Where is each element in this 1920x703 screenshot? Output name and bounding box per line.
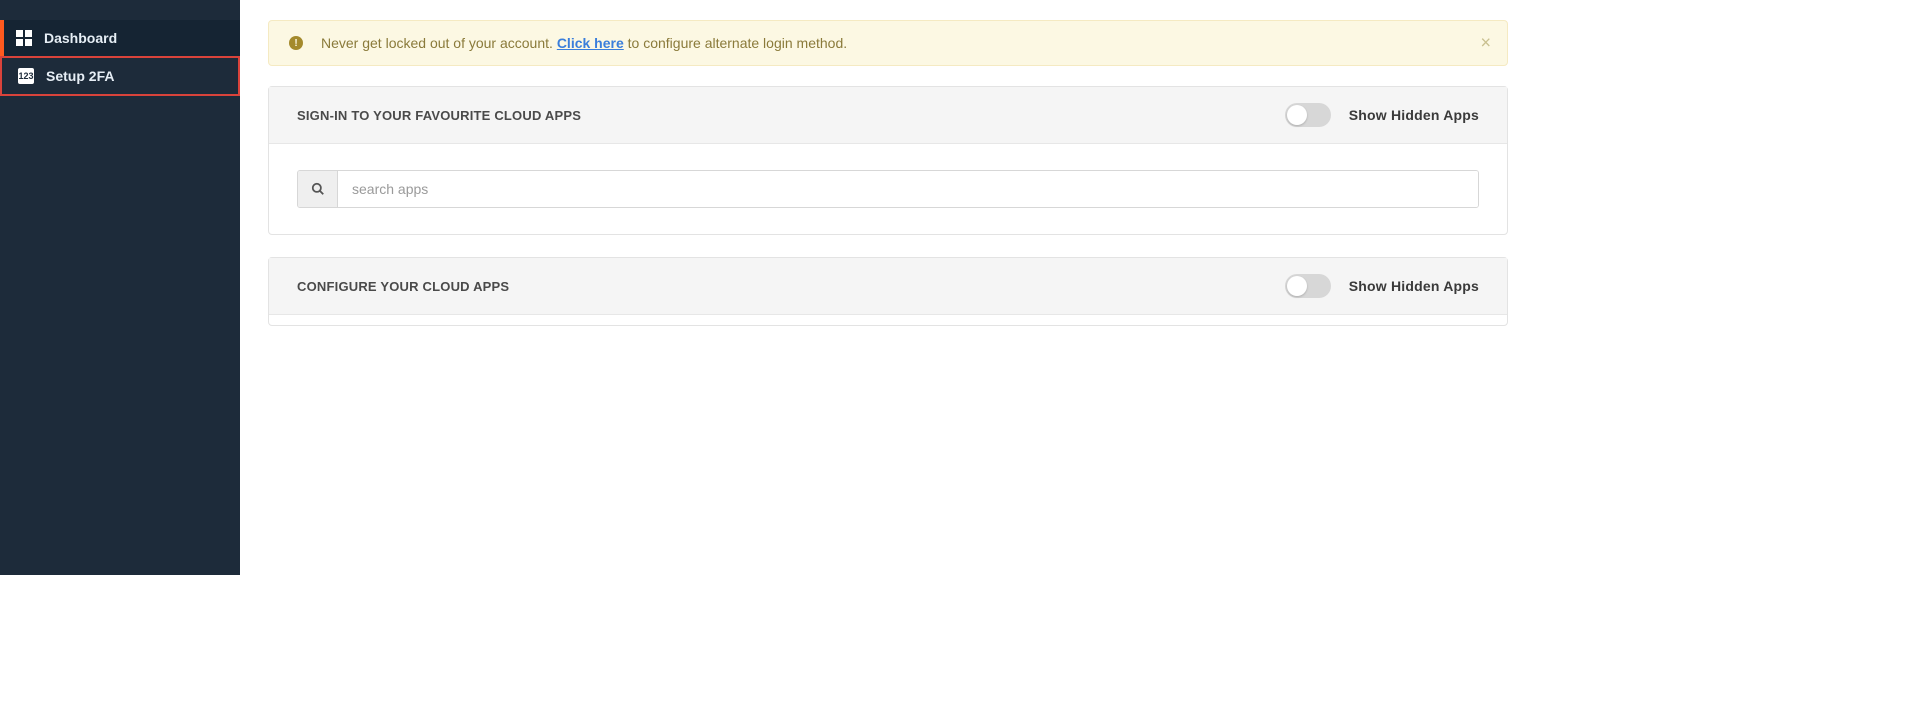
alert-link[interactable]: Click here	[557, 35, 624, 51]
panel-title: SIGN-IN TO YOUR FAVOURITE CLOUD APPS	[297, 108, 581, 123]
search-apps	[297, 170, 1479, 208]
alert-text-after: to configure alternate login method.	[624, 35, 847, 51]
toggle-knob	[1287, 276, 1307, 296]
panel-signin-apps: SIGN-IN TO YOUR FAVOURITE CLOUD APPS Sho…	[268, 86, 1508, 235]
digits-icon: 123	[18, 68, 34, 84]
close-icon[interactable]: ×	[1480, 33, 1491, 54]
search-icon	[311, 182, 325, 196]
sidebar-item-dashboard[interactable]: Dashboard	[0, 20, 240, 56]
search-input[interactable]	[338, 171, 1478, 207]
toggle-label: Show Hidden Apps	[1349, 107, 1479, 123]
info-icon: !	[289, 36, 303, 50]
panel-header: SIGN-IN TO YOUR FAVOURITE CLOUD APPS Sho…	[269, 87, 1507, 144]
toggle-knob	[1287, 105, 1307, 125]
dashboard-icon	[16, 30, 32, 46]
sidebar-item-label: Dashboard	[44, 30, 117, 46]
alert-text: Never get locked out of your account. Cl…	[321, 35, 847, 51]
sidebar-item-label: Setup 2FA	[46, 68, 114, 84]
alert-text-before: Never get locked out of your account.	[321, 35, 557, 51]
main-content: ! Never get locked out of your account. …	[240, 0, 1536, 575]
show-hidden-apps-toggle[interactable]	[1285, 103, 1331, 127]
panel-configure-apps: CONFIGURE YOUR CLOUD APPS Show Hidden Ap…	[268, 257, 1508, 326]
panel-title: CONFIGURE YOUR CLOUD APPS	[297, 279, 509, 294]
panel-body	[269, 315, 1507, 325]
toggle-label: Show Hidden Apps	[1349, 278, 1479, 294]
lockout-alert: ! Never get locked out of your account. …	[268, 20, 1508, 66]
search-button[interactable]	[298, 171, 338, 207]
sidebar: Dashboard 123 Setup 2FA	[0, 0, 240, 575]
show-hidden-apps-toggle[interactable]	[1285, 274, 1331, 298]
panel-body	[269, 144, 1507, 234]
sidebar-item-setup-2fa[interactable]: 123 Setup 2FA	[0, 56, 240, 96]
panel-header: CONFIGURE YOUR CLOUD APPS Show Hidden Ap…	[269, 258, 1507, 315]
